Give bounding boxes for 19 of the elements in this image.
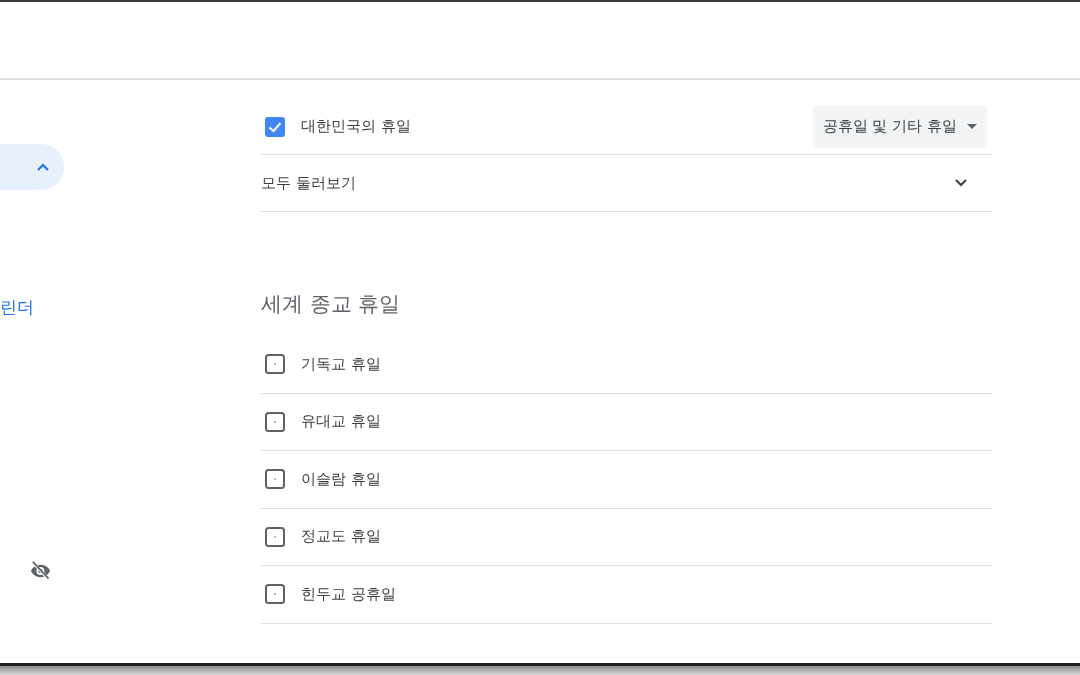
checkbox[interactable] <box>265 411 285 432</box>
checkbox-label: 힌두교 공휴일 <box>301 584 396 604</box>
sidebar-link[interactable]: 린더 <box>0 297 34 317</box>
chevron-icon <box>955 179 967 187</box>
checkbox-label: 정교도 휴일 <box>301 527 381 547</box>
section-heading: 세계 종교 휴일 <box>261 291 401 318</box>
checkbox[interactable] <box>265 469 285 490</box>
holiday-type-dropdown[interactable]: 공휴일 및 기타 휴일 <box>812 105 987 148</box>
checkbox[interactable] <box>265 584 285 605</box>
checkbox-label: 이슬람 휴일 <box>301 469 381 489</box>
checkbox-label: 기독교 휴일 <box>301 354 381 374</box>
checkbox[interactable] <box>265 526 285 547</box>
checkbox[interactable] <box>265 116 285 137</box>
checkbox-label: 유대교 휴일 <box>301 412 381 432</box>
chevron-icon <box>37 163 49 171</box>
eye-slash-icon[interactable] <box>30 561 51 580</box>
checkbox[interactable] <box>265 354 285 375</box>
checkbox-label: 대한민국의 휴일 <box>301 117 411 136</box>
caret-down-icon <box>967 124 977 129</box>
